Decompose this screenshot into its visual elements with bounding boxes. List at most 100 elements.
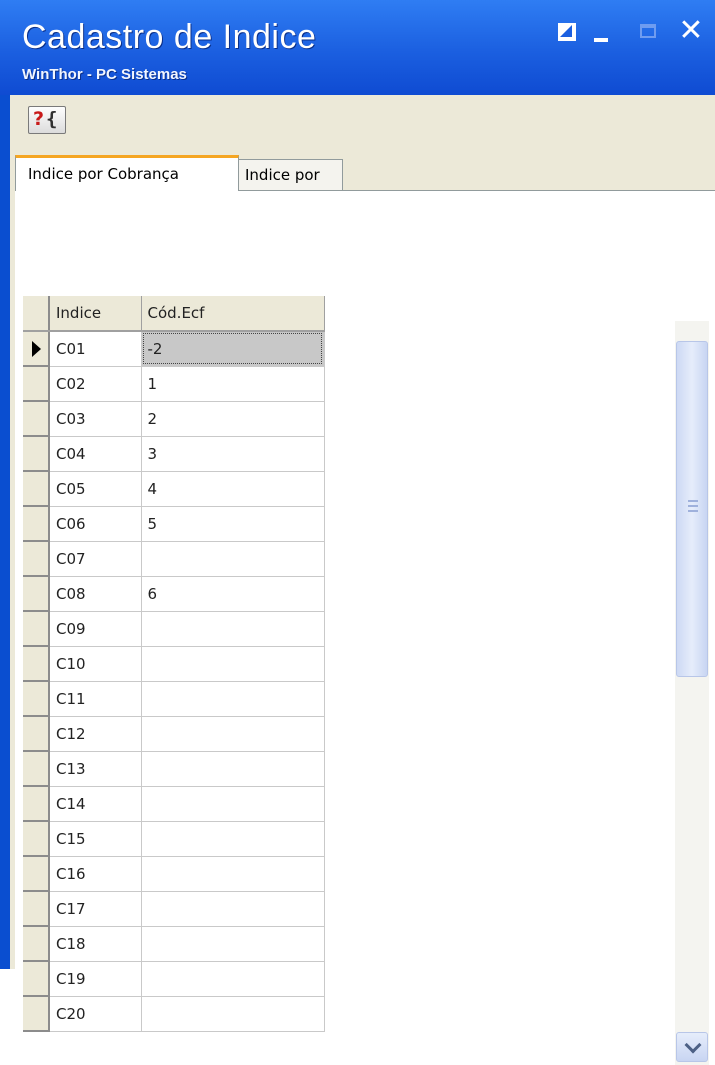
cell-indice[interactable]: C05 [49, 471, 142, 507]
cell-indice[interactable]: C16 [49, 856, 142, 892]
cell-cod-ecf[interactable] [141, 646, 325, 682]
row-indicator[interactable] [23, 646, 50, 682]
table-row[interactable]: C05 4 [23, 471, 325, 507]
cell-cod-ecf[interactable]: -2 [141, 331, 325, 367]
row-indicator[interactable] [23, 996, 50, 1032]
table-row[interactable]: C20 [23, 996, 325, 1032]
table-row[interactable]: C07 [23, 541, 325, 577]
row-indicator[interactable] [23, 331, 50, 367]
table-row[interactable]: C06 5 [23, 506, 325, 542]
cell-cod-ecf[interactable] [141, 786, 325, 822]
help-button[interactable]: ? { [28, 106, 66, 134]
row-indicator[interactable] [23, 611, 50, 647]
cell-indice[interactable]: C10 [49, 646, 142, 682]
cell-cod-ecf[interactable] [141, 751, 325, 787]
restore-button[interactable] [555, 20, 579, 44]
cell-cod-ecf[interactable]: 6 [141, 576, 325, 612]
cell-cod-ecf[interactable] [141, 926, 325, 962]
table-row[interactable]: C03 2 [23, 401, 325, 437]
table-row[interactable]: C04 3 [23, 436, 325, 472]
table-row[interactable]: C11 [23, 681, 325, 717]
cell-indice[interactable]: C20 [49, 996, 142, 1032]
table-row[interactable]: C13 [23, 751, 325, 787]
row-indicator[interactable] [23, 961, 50, 997]
cell-cod-ecf[interactable]: 4 [141, 471, 325, 507]
row-indicator[interactable] [23, 751, 50, 787]
table-row[interactable]: C02 1 [23, 366, 325, 402]
window-title: Cadastro de Indice [22, 18, 317, 56]
table-row[interactable]: C17 [23, 891, 325, 927]
vertical-scrollbar[interactable] [675, 321, 709, 1065]
row-indicator[interactable] [23, 926, 50, 962]
close-button[interactable]: ✕ [676, 14, 706, 48]
row-indicator[interactable] [23, 576, 50, 612]
table-row[interactable]: C18 [23, 926, 325, 962]
column-header-cod-ecf[interactable]: Cód.Ecf [141, 296, 325, 332]
cell-indice[interactable]: C11 [49, 681, 142, 717]
title-bar[interactable]: Cadastro de Indice WinThor - PC Sistemas… [0, 0, 715, 95]
cell-indice[interactable]: C02 [49, 366, 142, 402]
cell-indice[interactable]: C12 [49, 716, 142, 752]
cell-indice[interactable]: C14 [49, 786, 142, 822]
cell-cod-ecf[interactable] [141, 681, 325, 717]
row-indicator[interactable] [23, 821, 50, 857]
cell-cod-ecf[interactable]: 1 [141, 366, 325, 402]
row-indicator[interactable] [23, 541, 50, 577]
grip-line [688, 510, 698, 512]
row-indicator[interactable] [23, 471, 50, 507]
table-row[interactable]: C01 -2 [23, 331, 325, 367]
row-indicator[interactable] [23, 786, 50, 822]
cell-indice[interactable]: C01 [49, 331, 142, 367]
row-indicator[interactable] [23, 856, 50, 892]
row-indicator[interactable] [23, 681, 50, 717]
row-indicator[interactable] [23, 506, 50, 542]
cell-indice[interactable]: C13 [49, 751, 142, 787]
row-indicator[interactable] [23, 366, 50, 402]
help-icon: ? [33, 108, 45, 130]
table-row[interactable]: C08 6 [23, 576, 325, 612]
indice-grid[interactable]: Indice Cód.Ecf C01 -2 C02 1 C03 2 C04 3 C05 4 C06 5… [23, 296, 325, 1032]
column-header-indice[interactable]: Indice [49, 296, 142, 332]
table-row[interactable]: C10 [23, 646, 325, 682]
row-indicator[interactable] [23, 436, 50, 472]
cell-indice[interactable]: C19 [49, 961, 142, 997]
scrollbar-thumb[interactable] [676, 341, 708, 677]
cell-indice[interactable]: C07 [49, 541, 142, 577]
cell-cod-ecf[interactable] [141, 716, 325, 752]
row-indicator[interactable] [23, 716, 50, 752]
cell-cod-ecf[interactable]: 3 [141, 436, 325, 472]
tab-indice-por-cobranca[interactable]: Indice por Cobrança [15, 155, 239, 191]
cell-cod-ecf[interactable] [141, 996, 325, 1032]
cell-indice[interactable]: C15 [49, 821, 142, 857]
table-row[interactable]: C09 [23, 611, 325, 647]
table-row[interactable]: C14 [23, 786, 325, 822]
cell-cod-ecf[interactable]: 2 [141, 401, 325, 437]
cell-indice[interactable]: C17 [49, 891, 142, 927]
cell-cod-ecf[interactable] [141, 891, 325, 927]
table-row[interactable]: C12 [23, 716, 325, 752]
cell-cod-ecf[interactable] [141, 821, 325, 857]
cell-indice[interactable]: C04 [49, 436, 142, 472]
cell-cod-ecf[interactable] [141, 856, 325, 892]
cell-indice[interactable]: C06 [49, 506, 142, 542]
cell-indice[interactable]: C18 [49, 926, 142, 962]
table-row[interactable]: C16 [23, 856, 325, 892]
tab-indice-por[interactable]: Indice por [239, 159, 343, 191]
table-row[interactable]: C19 [23, 961, 325, 997]
cell-cod-ecf[interactable] [141, 611, 325, 647]
scroll-down-button[interactable] [676, 1032, 708, 1062]
cell-cod-ecf[interactable] [141, 961, 325, 997]
cell-cod-ecf[interactable] [141, 541, 325, 577]
grip-line [688, 505, 698, 507]
maximize-icon [640, 24, 656, 38]
cell-indice[interactable]: C08 [49, 576, 142, 612]
row-indicator[interactable] [23, 401, 50, 437]
cell-indice[interactable]: C09 [49, 611, 142, 647]
tab-panel: Indice Cód.Ecf C01 -2 C02 1 C03 2 C04 3 C05 4 C06 5… [15, 190, 715, 1065]
row-indicator[interactable] [23, 891, 50, 927]
maximize-button[interactable] [638, 20, 662, 44]
cell-indice[interactable]: C03 [49, 401, 142, 437]
minimize-button[interactable] [590, 20, 614, 44]
cell-cod-ecf[interactable]: 5 [141, 506, 325, 542]
table-row[interactable]: C15 [23, 821, 325, 857]
